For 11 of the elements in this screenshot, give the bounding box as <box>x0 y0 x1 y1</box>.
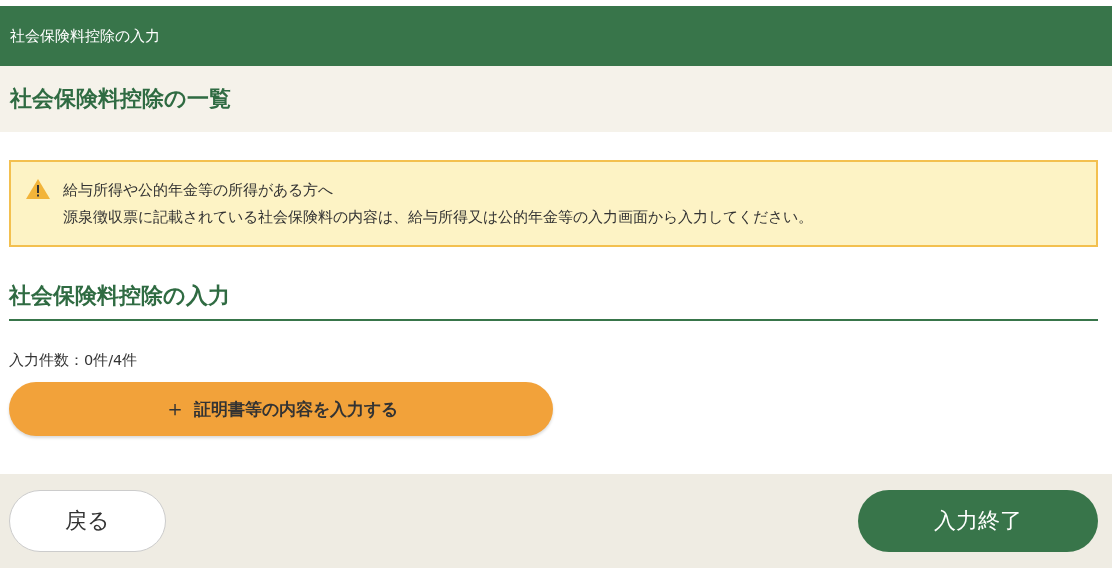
warning-icon <box>25 178 51 200</box>
back-button[interactable]: 戻る <box>9 490 166 552</box>
plus-icon: ＋ <box>164 394 186 424</box>
notice-text: 給与所得や公的年金等の所得がある方へ <box>63 181 334 200</box>
finish-button[interactable]: 入力終了 <box>858 490 1098 552</box>
header-title: 社会保険料控除の入力 <box>10 26 160 46</box>
page-title: 社会保険料控除の一覧 <box>10 85 231 113</box>
entry-count: 入力件数：0件/4件 <box>9 351 139 370</box>
section-title: 社会保険料控除の入力 <box>9 281 1098 321</box>
add-entry-button[interactable]: ＋ 証明書等の内容を入力する <box>9 382 553 436</box>
notice-text: 源泉徴収票に記載されている社会保険料の内容は、給与所得又は公的年金等の入力画面から入力してください。 <box>63 208 813 227</box>
